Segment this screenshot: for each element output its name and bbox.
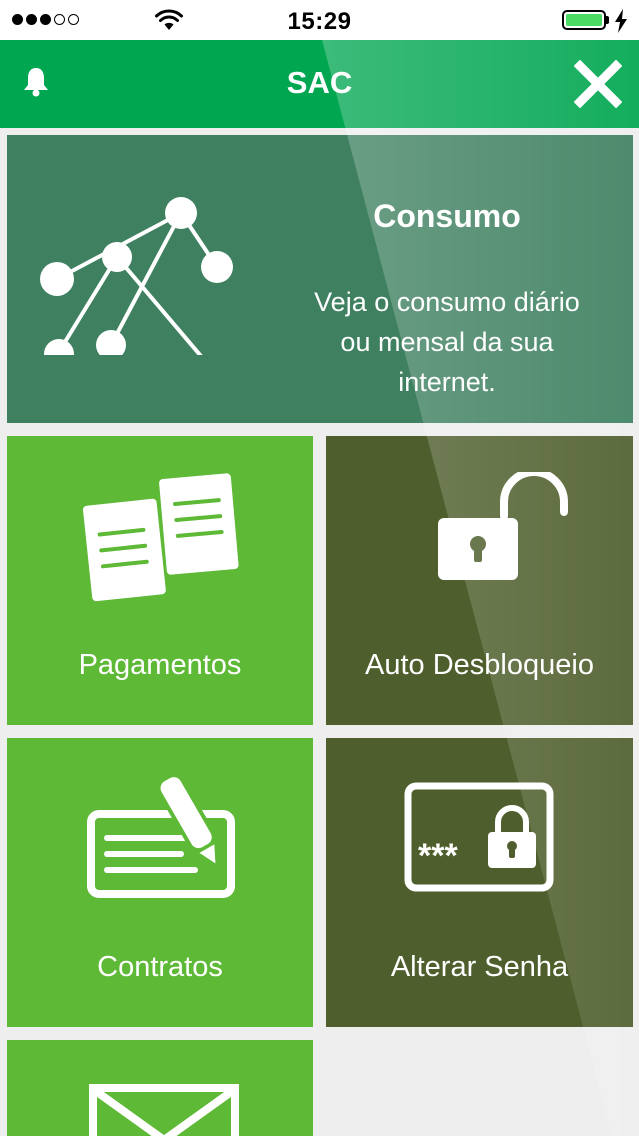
alterar-senha-tile[interactable]: *** Alterar Senha	[326, 738, 633, 1027]
contract-pen-icon	[87, 776, 235, 898]
contratos-tile[interactable]: Contratos	[7, 738, 313, 1027]
consumo-description-line: Veja o consumo diário	[314, 287, 580, 317]
pagamentos-label: Pagamentos	[78, 649, 242, 681]
alterar-senha-label: Alterar Senha	[390, 951, 569, 983]
pagamentos-tile[interactable]: Pagamentos	[7, 436, 313, 725]
mail-tile[interactable]	[7, 1040, 313, 1136]
nav-bar: SAC	[0, 40, 639, 128]
unlocked-padlock-icon	[438, 472, 568, 580]
contratos-label: Contratos	[97, 951, 223, 983]
status-bar: 15:29	[0, 0, 639, 40]
consumo-description-line: ou mensal da sua	[340, 327, 554, 357]
status-time: 15:29	[287, 8, 352, 35]
auto-desbloqueio-label: Auto Desbloqueio	[365, 649, 594, 681]
envelope-icon	[89, 1084, 239, 1136]
battery-full-icon	[562, 10, 606, 30]
documents-icon	[82, 473, 239, 602]
auto-desbloqueio-tile[interactable]: Auto Desbloqueio	[326, 436, 633, 725]
consumo-description-line: internet.	[398, 367, 496, 397]
consumo-description: Veja o consumo diário ou mensal da sua i…	[277, 282, 617, 402]
consumo-title: Consumo	[373, 198, 521, 234]
battery-tip	[606, 16, 609, 24]
svg-text:***: ***	[418, 837, 458, 875]
charging-bolt-icon	[615, 9, 627, 33]
page-title: SAC	[286, 65, 353, 100]
password-lock-icon: ***	[404, 782, 554, 892]
network-graph-icon	[40, 197, 233, 355]
close-icon[interactable]	[574, 60, 622, 108]
consumo-tile[interactable]: Consumo Veja o consumo diário ou mensal …	[7, 135, 633, 423]
